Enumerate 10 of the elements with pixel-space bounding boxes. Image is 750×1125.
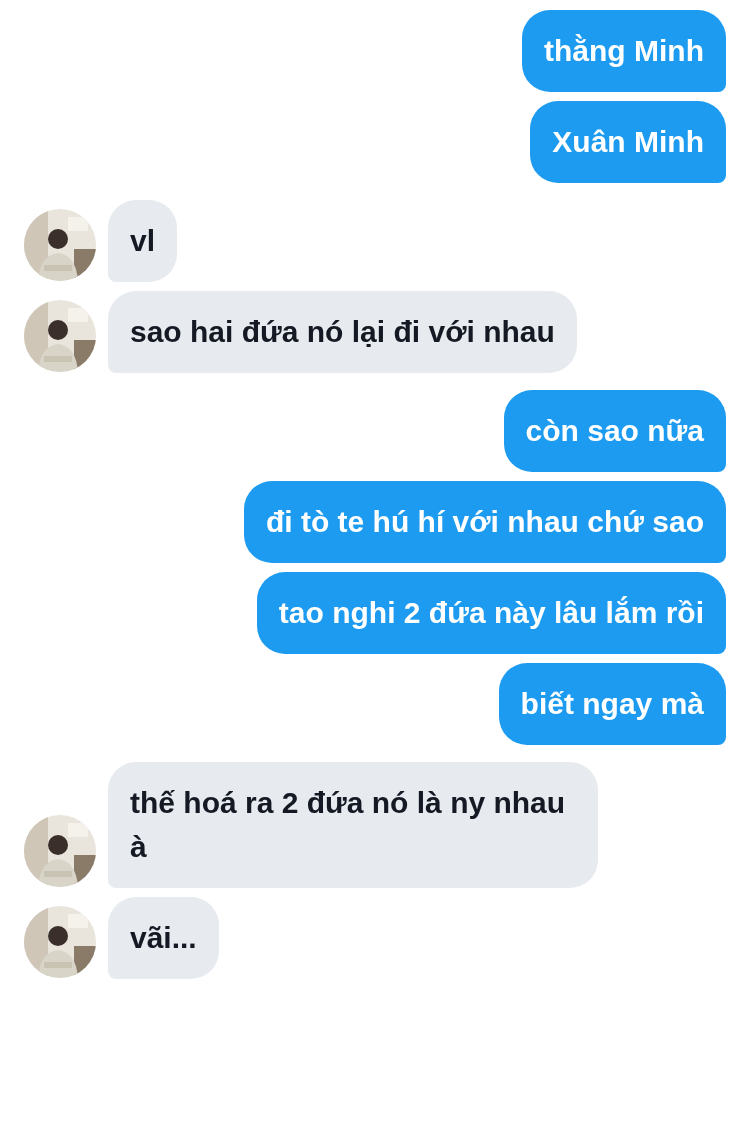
message-bubble: thằng Minh <box>522 10 726 92</box>
message-bubble: tao nghi 2 đứa này lâu lắm rồi <box>256 572 726 654</box>
message-bubble: Xuân Minh <box>530 101 726 183</box>
message-bubble: thế hoá ra 2 đứa nó là ny nhau à <box>108 762 598 888</box>
message-bubble: vãi... <box>108 897 219 979</box>
message-bubble: đi tò te hú hí với nhau chứ sao <box>243 481 726 563</box>
message-bubble: biết ngay mà <box>498 663 726 745</box>
message-bubble: vl <box>108 200 178 282</box>
message-bubble: còn sao nữa <box>503 390 726 472</box>
message-bubble: sao hai đứa nó lại đi với nhau <box>108 291 577 373</box>
